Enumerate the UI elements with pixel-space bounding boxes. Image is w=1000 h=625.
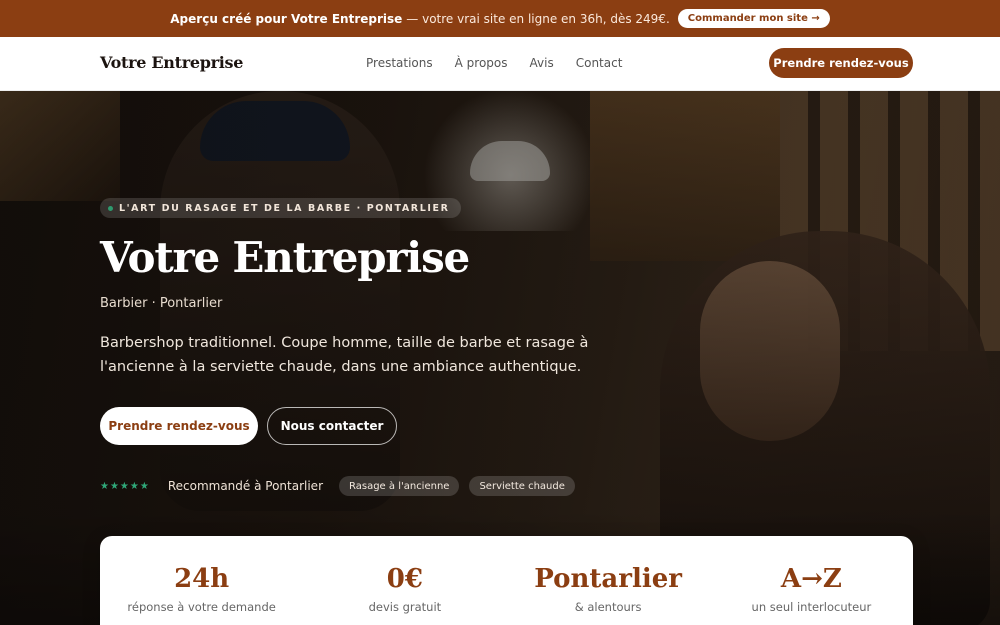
promo-banner: Aperçu créé pour Votre Entreprise — votr…: [0, 0, 1000, 37]
nav-links: Prestations À propos Avis Contact: [366, 56, 622, 70]
status-dot-icon: [108, 205, 113, 211]
stat-value: 0€: [386, 564, 423, 594]
hero-subtitle: Barbier · Pontarlier: [100, 296, 223, 311]
order-site-button[interactable]: Commander mon site →: [677, 9, 830, 28]
stat-value: Pontarlier: [534, 564, 682, 594]
brand-logo[interactable]: Votre Entreprise: [100, 53, 243, 72]
tag-rasage: Rasage à l'ancienne: [339, 476, 460, 496]
recommendation-text: Recommandé à Pontarlier: [167, 479, 324, 493]
nav-link-a-propos[interactable]: À propos: [455, 56, 508, 70]
rating-stars-icon: ★★★★★: [100, 480, 150, 492]
book-appointment-button[interactable]: Prendre rendez-vous: [100, 407, 258, 445]
stat-item: 24h réponse à votre demande: [100, 536, 303, 625]
stat-value: A→Z: [780, 564, 842, 594]
hero-description: Barbershop traditionnel. Coupe homme, ta…: [100, 335, 589, 375]
stat-label: réponse à votre demande: [127, 600, 276, 614]
stat-item: 0€ devis gratuit: [303, 536, 506, 625]
promo-headline: Aperçu créé pour Votre Entreprise: [170, 11, 403, 26]
nav-link-avis[interactable]: Avis: [530, 56, 554, 70]
nav-link-prestations[interactable]: Prestations: [366, 56, 433, 70]
hero-title: Votre Entreprise: [100, 233, 470, 282]
trust-row: ★★★★★ Recommandé à Pontarlier Rasage à l…: [100, 476, 575, 496]
stats-card: 24h réponse à votre demande 0€ devis gra…: [100, 536, 913, 625]
stat-item: A→Z un seul interlocuteur: [710, 536, 913, 625]
contact-us-button[interactable]: Nous contacter: [267, 407, 397, 445]
stat-item: Pontarlier & alentours: [507, 536, 710, 625]
stat-label: un seul interlocuteur: [751, 600, 872, 614]
stat-label: devis gratuit: [368, 600, 442, 614]
stat-value: 24h: [174, 564, 230, 594]
top-navigation: Votre Entreprise Prestations À propos Av…: [0, 37, 1000, 91]
promo-text: — votre vrai site en ligne en 36h, dès 2…: [406, 11, 670, 26]
tag-serviette: Serviette chaude: [469, 476, 575, 496]
nav-booking-button[interactable]: Prendre rendez-vous: [769, 48, 913, 78]
stat-label: & alentours: [574, 600, 642, 614]
hero-eyebrow-text: L'ART DU RASAGE ET DE LA BARBE · PONTARL…: [119, 202, 450, 214]
nav-link-contact[interactable]: Contact: [576, 56, 623, 70]
hero-eyebrow-badge: L'ART DU RASAGE ET DE LA BARBE · PONTARL…: [100, 198, 462, 218]
